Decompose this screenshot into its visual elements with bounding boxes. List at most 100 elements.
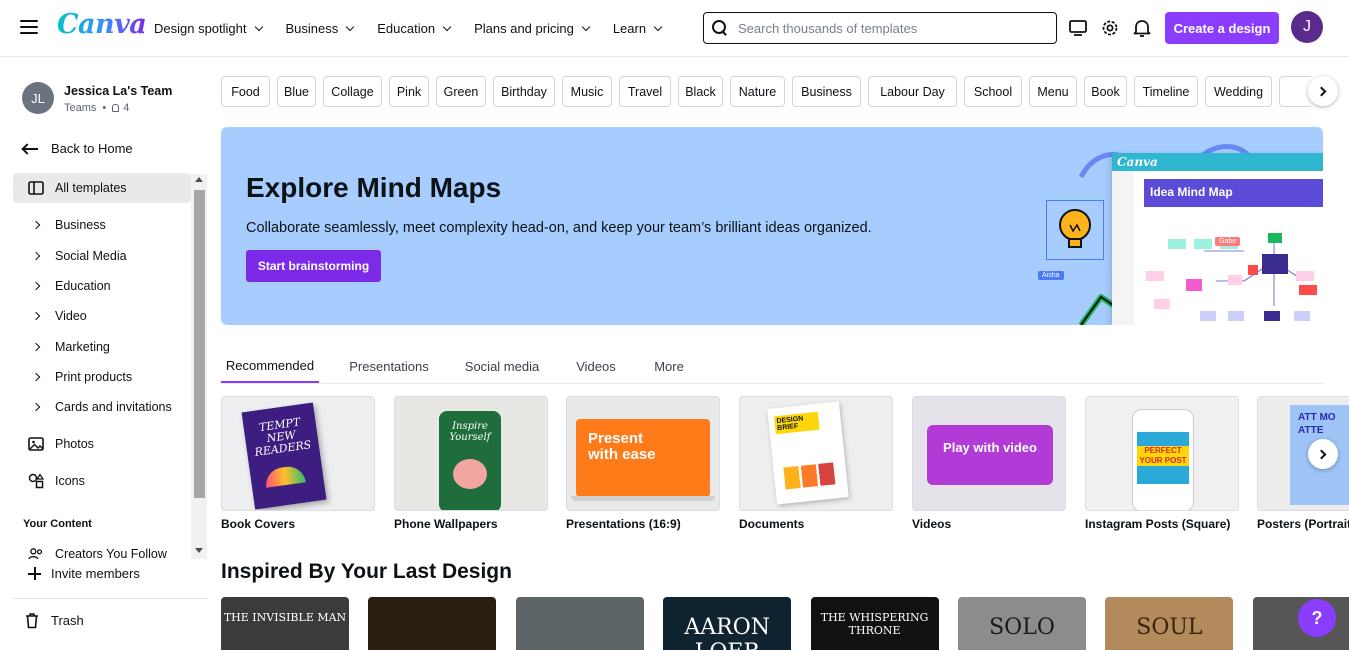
chip-food[interactable]: Food	[221, 76, 270, 107]
create-design-button[interactable]: Create a design	[1165, 12, 1279, 44]
team-name[interactable]: Jessica La's Team	[64, 84, 172, 98]
chip-music[interactable]: Music	[562, 76, 612, 107]
tab-recommended[interactable]: Recommended	[221, 350, 319, 383]
search-box[interactable]	[703, 12, 1057, 44]
sidebar-item-video[interactable]: Video	[13, 301, 191, 331]
sidebar-item-education[interactable]: Education	[13, 271, 191, 301]
tab-presentations[interactable]: Presentations	[344, 350, 434, 383]
sidebar-item-label: All templates	[55, 181, 127, 195]
chip-labour-day[interactable]: Labour Day	[868, 76, 957, 107]
category-label[interactable]: Presentations (16:9)	[566, 517, 720, 531]
chip-business[interactable]: Business	[792, 76, 861, 107]
chip-green[interactable]: Green	[436, 76, 486, 107]
nav-business[interactable]: Business	[286, 21, 355, 36]
chip-blue[interactable]: Blue	[277, 76, 316, 107]
category-thumbnail[interactable]: PERFECT YOUR POST	[1085, 396, 1239, 511]
category-label[interactable]: Book Covers	[221, 517, 375, 531]
category-thumbnail[interactable]: Inspire Yourself	[394, 396, 548, 511]
sidebar-item-photos[interactable]: Photos	[13, 429, 191, 459]
design-thumbnail[interactable]: THE INVISIBLE MAN	[221, 597, 349, 650]
chip-nature[interactable]: Nature	[730, 76, 785, 107]
mind-maps-banner[interactable]: Explore Mind Maps Collaborate seamlessly…	[221, 127, 1323, 325]
category-label[interactable]: Documents	[739, 517, 893, 531]
scroll-up-arrow-icon[interactable]	[195, 177, 203, 182]
sidebar-item-marketing[interactable]: Marketing	[13, 332, 191, 362]
design-thumbnail[interactable]: THE WHISPERING THRONE	[810, 597, 939, 650]
tab-videos[interactable]: Videos	[571, 350, 621, 383]
help-button[interactable]: ?	[1298, 599, 1336, 637]
category-thumbnail[interactable]: DESIGN BRIEF	[739, 396, 893, 511]
category-card-posters[interactable]: ATT MO ATTE Posters (Portrait)	[1257, 396, 1349, 531]
category-card-documents[interactable]: DESIGN BRIEF Documents	[739, 396, 893, 531]
design-thumbnail[interactable]: SOLO	[958, 597, 1086, 650]
nav-design-spotlight[interactable]: Design spotlight	[154, 21, 263, 36]
category-card-instagram-posts[interactable]: PERFECT YOUR POST Instagram Posts (Squar…	[1085, 396, 1239, 531]
back-to-home-link[interactable]: Back to Home	[22, 141, 133, 156]
category-thumbnail[interactable]: Play with video	[912, 396, 1066, 511]
sidebar-scroll-thumb[interactable]	[194, 190, 205, 498]
sidebar-item-label: Cards and invitations	[55, 400, 172, 414]
category-label[interactable]: Instagram Posts (Square)	[1085, 517, 1239, 531]
sidebar-item-business[interactable]: Business	[13, 210, 191, 240]
start-brainstorming-button[interactable]: Start brainstorming	[246, 250, 381, 282]
scroll-down-arrow-icon[interactable]	[195, 548, 203, 553]
sidebar-item-cards-invitations[interactable]: Cards and invitations	[13, 392, 191, 422]
chip-book[interactable]: Book	[1084, 76, 1127, 107]
chip-timeline[interactable]: Timeline	[1134, 76, 1198, 107]
canva-logo[interactable]: Canva	[57, 9, 147, 40]
shapes-icon	[28, 473, 44, 489]
user-avatar[interactable]: J	[1291, 11, 1323, 43]
sidebar-item-all-templates[interactable]: All templates	[13, 173, 191, 203]
chip-black[interactable]: Black	[678, 76, 723, 107]
category-thumbnail[interactable]: TEMPT NEW READERS	[221, 396, 375, 511]
categories-next-button[interactable]	[1308, 439, 1338, 469]
category-card-presentations[interactable]: Present with ease Presentations (16:9)	[566, 396, 720, 531]
chip-travel[interactable]: Travel	[619, 76, 671, 107]
bell-icon[interactable]	[1131, 17, 1153, 39]
sidebar-item-creators[interactable]: Creators You Follow	[13, 539, 191, 559]
tab-more[interactable]: More	[647, 350, 691, 383]
sidebar-item-icons[interactable]: Icons	[13, 466, 191, 496]
category-card-phone-wallpapers[interactable]: Inspire Yourself Phone Wallpapers	[394, 396, 548, 531]
desktop-icon[interactable]	[1067, 17, 1089, 39]
menu-icon[interactable]	[20, 20, 38, 34]
category-thumbnail[interactable]: Present with ease	[566, 396, 720, 511]
tab-social-media[interactable]: Social media	[461, 350, 543, 383]
chip-wedding[interactable]: Wedding	[1205, 76, 1272, 107]
design-thumbnail[interactable]: SOUL	[1105, 597, 1234, 650]
nav-education[interactable]: Education	[377, 21, 452, 36]
design-thumbnail[interactable]	[368, 597, 497, 650]
trash-link[interactable]: Trash	[24, 612, 84, 629]
sidebar-item-print-products[interactable]: Print products	[13, 362, 191, 392]
sidebar-item-social-media[interactable]: Social Media	[13, 241, 191, 271]
invite-members-button[interactable]: Invite members	[28, 566, 140, 581]
search-input[interactable]	[738, 20, 1038, 36]
design-thumbnail[interactable]: AARON LOEB	[663, 597, 792, 650]
category-label[interactable]: Phone Wallpapers	[394, 517, 548, 531]
inspired-section-title: Inspired By Your Last Design	[221, 560, 512, 583]
sidebar-list[interactable]: All templates Business Social Media Educ…	[13, 173, 191, 559]
gear-icon[interactable]	[1099, 17, 1121, 39]
chip-partial[interactable]	[1279, 76, 1311, 107]
chip-pink[interactable]: Pink	[389, 76, 429, 107]
nav-plans-pricing[interactable]: Plans and pricing	[474, 21, 591, 36]
chips-next-button[interactable]	[1308, 76, 1338, 106]
design-thumbnail[interactable]	[515, 597, 644, 650]
chip-school[interactable]: School	[964, 76, 1022, 107]
person-icon	[112, 104, 120, 112]
chevron-right-icon	[31, 372, 41, 382]
nav-learn[interactable]: Learn	[613, 21, 663, 36]
chip-birthday[interactable]: Birthday	[493, 76, 555, 107]
drink-art	[453, 459, 487, 489]
chip-collage[interactable]: Collage	[323, 76, 382, 107]
category-card-book-covers[interactable]: TEMPT NEW READERS Book Covers	[221, 396, 375, 531]
chip-menu[interactable]: Menu	[1029, 76, 1077, 107]
category-card-videos[interactable]: Play with video Videos	[912, 396, 1066, 531]
category-label[interactable]: Videos	[912, 517, 1066, 531]
sidebar: JL Jessica La's Team Teams • 4 Back to H…	[0, 57, 208, 650]
thumb-text: Inspire Yourself	[449, 421, 491, 443]
search-icon	[712, 20, 728, 36]
chevron-down-icon	[653, 22, 663, 31]
team-avatar[interactable]: JL	[22, 82, 54, 114]
category-label[interactable]: Posters (Portrait)	[1257, 517, 1349, 531]
